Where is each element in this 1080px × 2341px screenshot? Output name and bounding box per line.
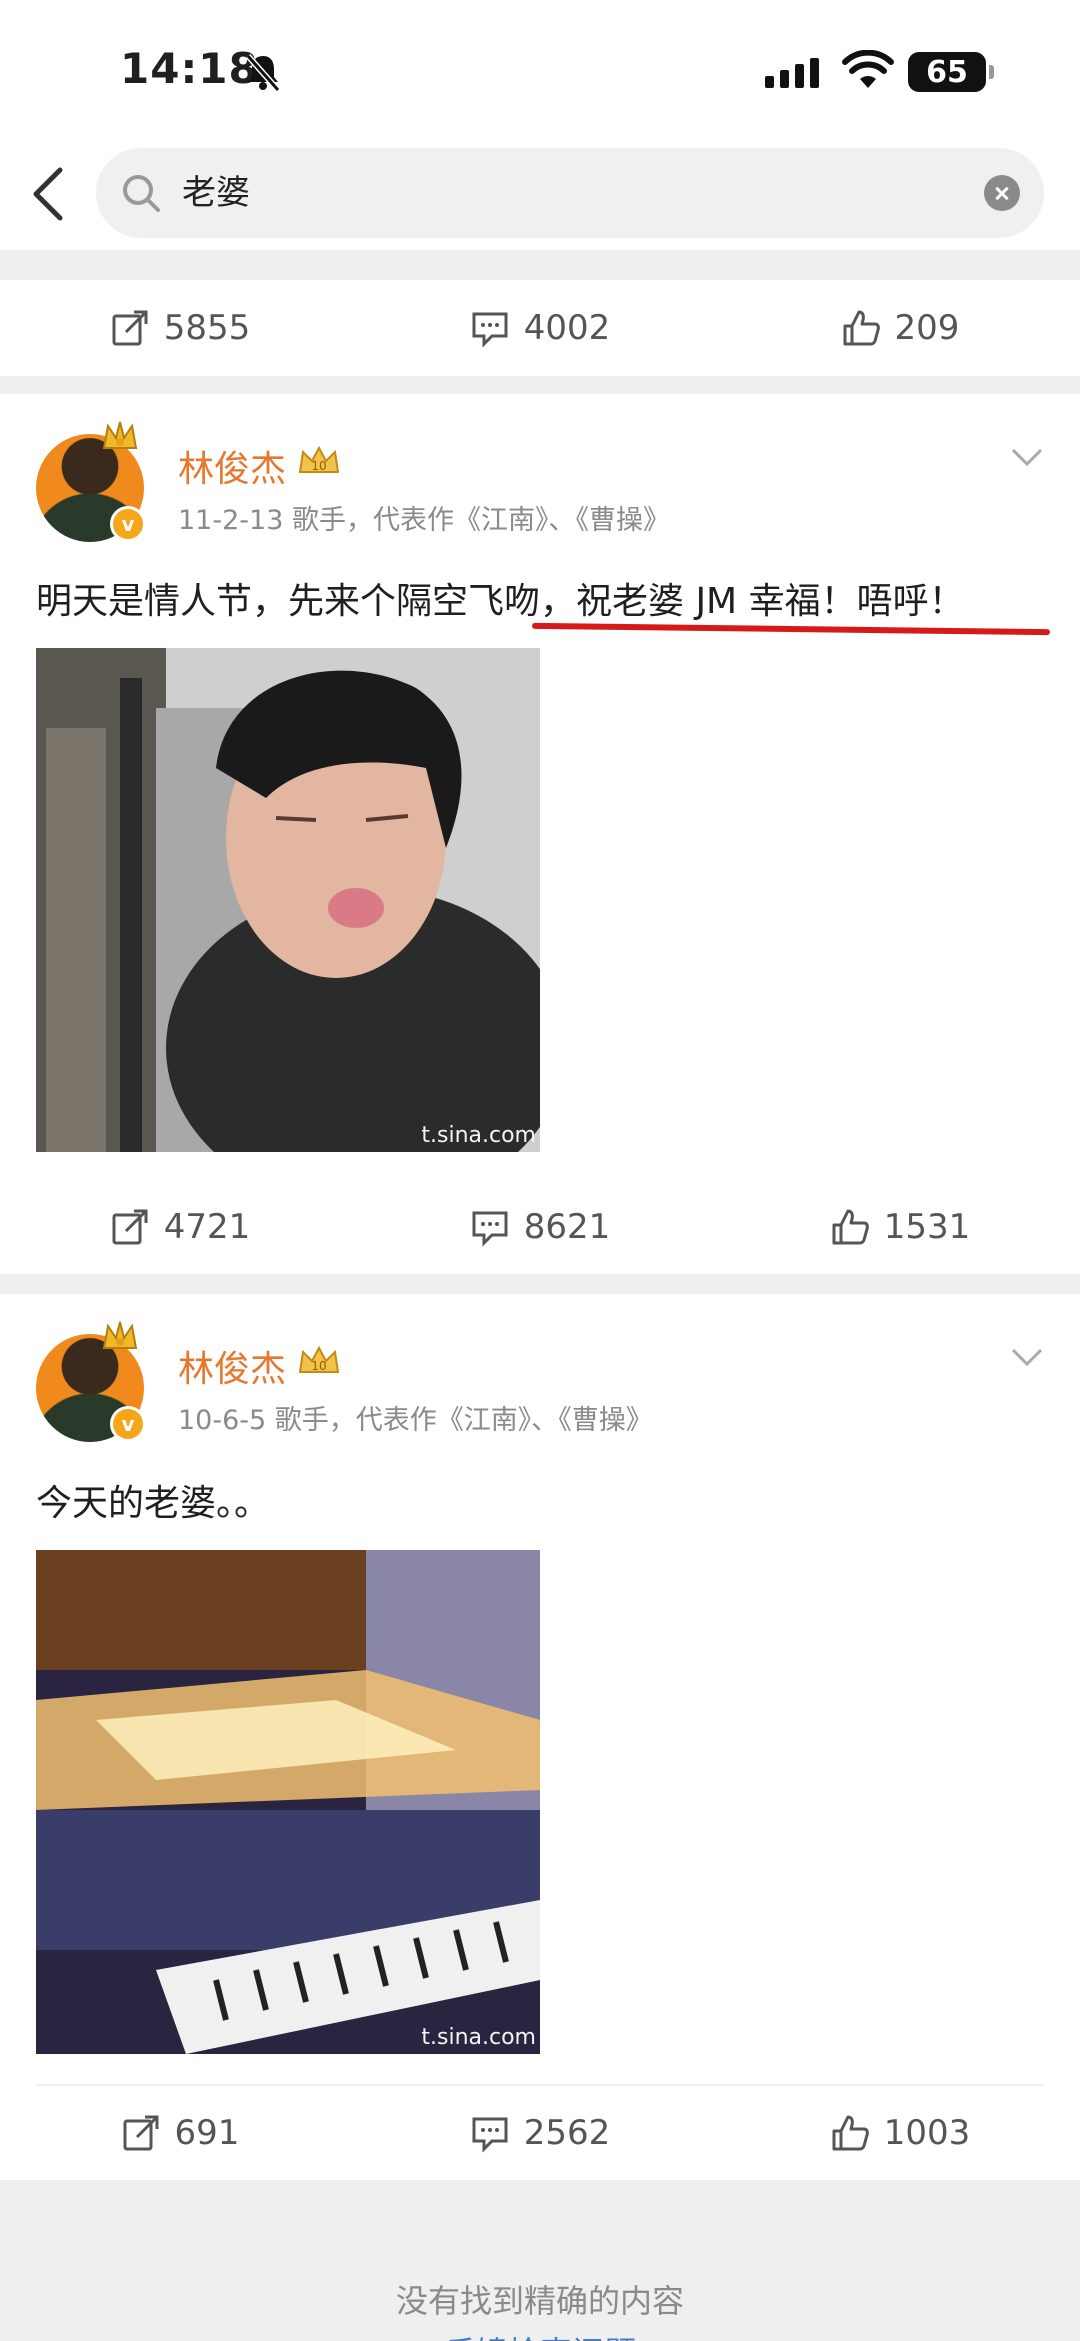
results-footer: 没有找到精确的内容 反馈检索问题: [0, 2180, 1080, 2341]
feedback-link[interactable]: 反馈检索问题: [0, 2328, 1080, 2341]
post-actions: 691 2562 1003: [0, 2086, 1080, 2180]
image-watermark: t.sina.com: [421, 2025, 536, 2050]
search-header: [0, 140, 1080, 250]
post-image[interactable]: t.sina.com: [36, 1550, 540, 2054]
repost-button[interactable]: 5855: [0, 280, 360, 376]
portrait-photo: [36, 648, 540, 1152]
like-count: 1003: [883, 2113, 971, 2153]
previous-post-actions: 5855 4002 209: [0, 280, 1080, 376]
search-box[interactable]: [96, 148, 1044, 238]
like-count: 1531: [883, 1207, 971, 1247]
no-results-message: 没有找到精确的内容: [395, 2282, 684, 2320]
svg-text:10: 10: [311, 1359, 326, 1373]
back-arrow-icon[interactable]: [26, 162, 70, 226]
post-username[interactable]: 林俊杰: [178, 440, 286, 492]
chevron-down-icon[interactable]: [1010, 1346, 1044, 1368]
chevron-down-icon[interactable]: [1010, 446, 1044, 468]
status-time: 14:18: [120, 44, 259, 93]
wifi-icon: [842, 50, 894, 88]
piano-photo: [36, 1550, 540, 2054]
crown-badge-icon: [102, 1321, 138, 1349]
like-button[interactable]: 209: [720, 280, 1080, 376]
post-username[interactable]: 林俊杰: [178, 1340, 286, 1392]
comment-button[interactable]: 4002: [360, 280, 720, 376]
post-meta: 11-2-13 歌手，代表作《江南》、《曹操》: [178, 505, 670, 536]
comment-icon: [472, 2117, 508, 2153]
post-text: 明天是情人节，先来个隔空飞吻，祝老婆 JM 幸福！唔呼！: [36, 581, 965, 622]
comment-count: 2562: [523, 2113, 611, 2153]
post-card: v 林俊杰 10 10-6-5 歌手，代表作《江南》、《曹操》 今天的老婆。。 …: [0, 1294, 1080, 2180]
comment-icon: [472, 1211, 508, 1247]
post-card: v 林俊杰 10 11-2-13 歌手，代表作《江南》、《曹操》 明天是情人节，…: [0, 394, 1080, 1274]
comment-button[interactable]: 8621: [360, 1180, 720, 1274]
comment-count: 4002: [523, 308, 611, 348]
post-image[interactable]: t.sina.com: [36, 648, 540, 1152]
comment-icon: [472, 312, 508, 348]
like-count: 209: [894, 308, 960, 348]
clear-search-icon[interactable]: [984, 175, 1020, 211]
search-input[interactable]: [182, 148, 942, 238]
vip-crown-icon: 10: [298, 1345, 340, 1373]
verified-badge-icon: v: [110, 1406, 146, 1442]
thumbs-up-icon: [843, 310, 880, 346]
svg-text:10: 10: [311, 459, 326, 473]
repost-button[interactable]: 691: [0, 2086, 360, 2180]
thumbs-up-icon: [832, 2115, 869, 2151]
battery-indicator: 65: [908, 52, 994, 92]
like-button[interactable]: 1003: [720, 2086, 1080, 2180]
repost-count: 4721: [163, 1207, 251, 1247]
thumbs-up-icon: [832, 1209, 869, 1245]
repost-count: 5855: [163, 308, 251, 348]
repost-button[interactable]: 4721: [0, 1180, 360, 1274]
vip-crown-icon: 10: [298, 445, 340, 473]
repost-icon: [112, 310, 148, 346]
status-bar: 14:18 65: [0, 0, 1080, 140]
comment-button[interactable]: 2562: [360, 2086, 720, 2180]
repost-count: 691: [174, 2113, 240, 2153]
post-text: 今天的老婆。。: [36, 1483, 271, 1524]
repost-icon: [112, 1209, 148, 1245]
verified-badge-icon: v: [110, 506, 146, 542]
repost-icon: [123, 2115, 159, 2151]
post-actions: 4721 8621 1531: [0, 1180, 1080, 1274]
like-button[interactable]: 1531: [720, 1180, 1080, 1274]
bell-muted-icon: [245, 54, 281, 92]
post-meta: 10-6-5 歌手，代表作《江南》、《曹操》: [178, 1405, 653, 1436]
crown-badge-icon: [102, 421, 138, 449]
search-icon: [123, 175, 160, 212]
image-watermark: t.sina.com: [421, 1123, 536, 1148]
red-underline: [531, 622, 1051, 636]
cellular-signal-icon: [765, 58, 819, 88]
comment-count: 8621: [523, 1207, 611, 1247]
